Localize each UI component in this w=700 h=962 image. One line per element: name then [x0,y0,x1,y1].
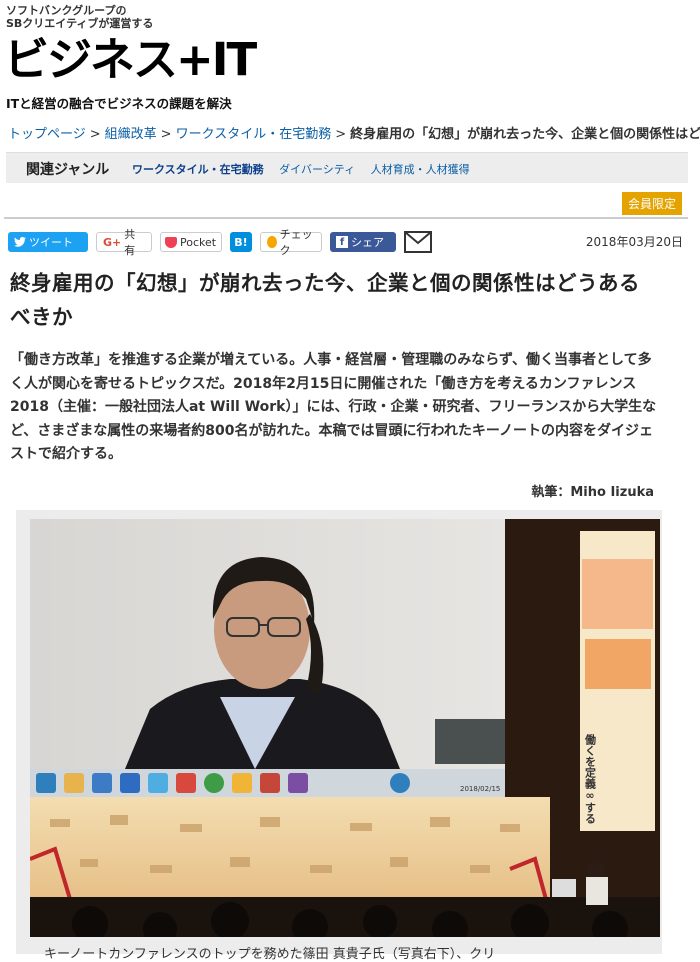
pocket-icon [165,236,177,248]
brand-line-1: ソフトバンクグループの [6,4,127,17]
publish-date: 2018年03月20日 [585,235,683,249]
keynote-photo: 2018/02/15 働くを定義∞する [30,519,660,937]
genre-link-workstyle[interactable]: ワークスタイル・在宅勤務 [132,163,264,176]
mail-icon[interactable] [404,231,432,253]
check-label: チェック [279,228,313,257]
gplus-icon: G+ [103,235,122,249]
article-lead: 「働き方改革」を推進する企業が増えている。人事・経営層・管理職のみならず、働く当… [10,352,657,463]
genre-link-diversity[interactable]: ダイバーシティ [279,163,355,176]
pocket-button[interactable]: Pocket [160,232,222,252]
gplus-label: 共有 [124,228,136,257]
divider [4,217,688,219]
member-only-badge: 会員限定 [622,192,683,215]
breadcrumb-org-reform[interactable]: 組織改革 [105,127,157,142]
keynote-scene: 2018/02/15 働くを定義∞する [30,519,660,937]
article-author: 執筆：Miho Iizuka [531,485,654,500]
site-tagline: ITと経営の融合でビジネスの課題を解決 [6,96,232,111]
check-icon [267,236,277,248]
related-genre-links: ワークスタイル・在宅勤務 ダイバーシティ 人材育成・人材獲得 [132,161,482,177]
genre-link-talent[interactable]: 人材育成・人材獲得 [371,163,470,176]
facebook-icon: f [336,236,348,248]
share-buttons: ツイート G+ 共有 Pocket B! チェック f シェア [8,228,432,257]
tweet-button[interactable]: ツイート [8,232,88,252]
breadcrumb-workstyle[interactable]: ワークスタイル・在宅勤務 [176,127,332,142]
photo-caption: キーノートカンファレンスのトップを務めた篠田 真貴子氏（写真右下）、クリ [44,947,496,962]
twitter-bird-icon [14,237,26,247]
article-title: 終身雇用の「幻想」が崩れ去った今、企業と個の関係性はどうあるべきか [10,271,640,329]
related-genre-title: 関連ジャンル [26,162,110,178]
tweet-label: ツイート [29,236,73,249]
brand-tagline: ソフトバンクグループの SBクリエイティブが運営する [6,4,153,30]
facebook-share-button[interactable]: f シェア [330,232,396,252]
brand-line-2: SBクリエイティブが運営する [6,17,154,30]
pocket-label: Pocket [180,235,217,249]
hatena-bookmark-button[interactable]: B! [230,232,252,252]
breadcrumb-top[interactable]: トップページ [8,127,86,142]
facebook-share-label: シェア [351,236,384,249]
stage-sign-text: 働くを定義∞する [584,733,598,825]
related-genre-bar: 関連ジャンル ワークスタイル・在宅勤務 ダイバーシティ 人材育成・人材獲得 [6,152,688,183]
gplus-share-button[interactable]: G+ 共有 [96,228,152,257]
screen-date: 2018/02/15 [460,785,500,793]
mixi-check-button[interactable]: チェック [260,228,322,257]
breadcrumb-current: 終身雇用の「幻想」が崩れ去った今、企業と個の関係性はどうあるべきか [350,127,700,142]
site-logo[interactable]: ビジネス+IT [4,36,257,84]
breadcrumb: トップページ > 組織改革 > ワークスタイル・在宅勤務 > 終身雇用の「幻想」が崩れ去った… [8,123,700,142]
